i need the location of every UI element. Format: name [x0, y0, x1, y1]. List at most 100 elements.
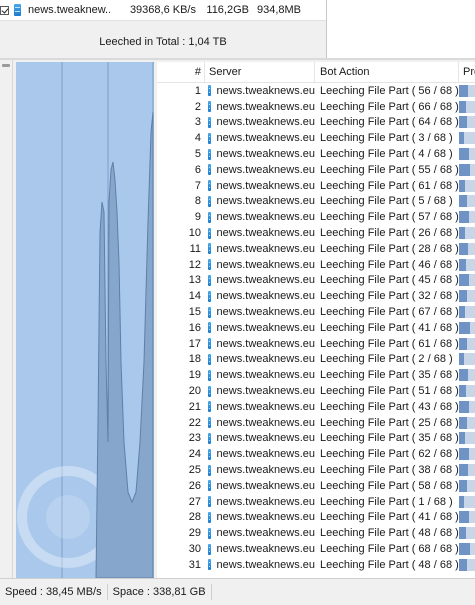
row-server-name: news.tweaknews.eu: [216, 132, 315, 145]
checkbox-checked-icon[interactable]: [0, 5, 9, 15]
table-row[interactable]: 11 news.tweaknews.eu Leeching File Part ( …: [157, 241, 475, 257]
table-row[interactable]: 15 news.tweaknews.eu Leeching File Part ( …: [157, 304, 475, 320]
progress-fill: [459, 84, 468, 97]
table-row[interactable]: 16 news.tweaknews.eu Leeching File Part ( …: [157, 320, 475, 336]
progress-bar: [459, 148, 475, 161]
right-panel-blank: [327, 0, 475, 58]
row-server-name: news.tweaknews.eu: [216, 195, 315, 208]
progress-fill: [459, 100, 467, 113]
row-server-name: news.tweaknews.eu: [216, 227, 315, 240]
progress-fill: [459, 400, 469, 413]
table-row[interactable]: 1 news.tweaknews.eu Leeching File Part ( 5…: [157, 83, 475, 99]
splitter[interactable]: [0, 58, 475, 60]
row-progress: [459, 257, 475, 273]
row-progress: [459, 462, 475, 478]
table-row[interactable]: 5 news.tweaknews.eu Leeching File Part ( 4…: [157, 146, 475, 162]
progress-fill: [459, 116, 467, 129]
row-number: 2: [194, 100, 201, 113]
progress-bar: [459, 321, 475, 334]
row-number: 3: [194, 116, 201, 129]
table-row[interactable]: 8 news.tweaknews.eu Leeching File Part ( 5…: [157, 194, 475, 210]
table-row[interactable]: 6 news.tweaknews.eu Leeching File Part ( 5…: [157, 162, 475, 178]
row-server: news.tweaknews.eu: [205, 369, 315, 381]
progress-bar: [459, 274, 475, 287]
progress-fill: [459, 369, 468, 382]
table-row[interactable]: 17 news.tweaknews.eu Leeching File Part ( …: [157, 336, 475, 352]
table-row[interactable]: 30 news.tweaknews.eu Leeching File Part ( …: [157, 541, 475, 557]
progress-fill: [459, 448, 470, 461]
status-bar: Speed : 38,45 MB/s Space : 338,81 GB: [0, 578, 475, 605]
progress-bar: [459, 353, 475, 366]
table-row[interactable]: 24 news.tweaknews.eu Leeching File Part ( …: [157, 446, 475, 462]
row-number: 6: [194, 163, 201, 176]
row-action: Leeching File Part ( 58 / 68 ): [320, 479, 459, 492]
table-row[interactable]: 14 news.tweaknews.eu Leeching File Part ( …: [157, 288, 475, 304]
row-progress: [459, 225, 475, 241]
row-action: Leeching File Part ( 26 / 68 ): [320, 227, 459, 240]
server-file-icon: [208, 464, 211, 476]
row-action: Leeching File Part ( 28 / 68 ): [320, 242, 459, 255]
table-row[interactable]: 10 news.tweaknews.eu Leeching File Part ( …: [157, 225, 475, 241]
column-header-server[interactable]: Server: [205, 62, 315, 82]
row-number: 23: [188, 432, 201, 445]
row-server: news.tweaknews.eu: [205, 116, 315, 128]
row-progress: [459, 383, 475, 399]
table-row[interactable]: 25 news.tweaknews.eu Leeching File Part ( …: [157, 462, 475, 478]
column-header-num[interactable]: #: [157, 62, 205, 82]
column-header-action[interactable]: Bot Action: [315, 62, 459, 82]
table-row[interactable]: 3 news.tweaknews.eu Leeching File Part ( 6…: [157, 115, 475, 131]
table-row[interactable]: 28 news.tweaknews.eu Leeching File Part ( …: [157, 510, 475, 526]
row-action: Leeching File Part ( 56 / 68 ): [320, 84, 459, 97]
row-progress: [459, 494, 475, 510]
table-row[interactable]: 2 news.tweaknews.eu Leeching File Part ( 6…: [157, 99, 475, 115]
server-row[interactable]: news.tweaknew... 39368,6 KB/s 116,2GB 93…: [0, 0, 326, 21]
table-row[interactable]: 27 news.tweaknews.eu Leeching File Part ( …: [157, 494, 475, 510]
table-row[interactable]: 26 news.tweaknews.eu Leeching File Part ( …: [157, 478, 475, 494]
row-progress: [459, 510, 475, 526]
server-file-icon: [208, 243, 211, 255]
row-number: 26: [188, 479, 201, 492]
column-header-progress[interactable]: Pro: [459, 62, 475, 82]
progress-bar: [459, 337, 475, 350]
server-file-icon: [208, 322, 211, 334]
speed-graph: [16, 62, 154, 578]
progress-bar: [459, 258, 475, 271]
status-speed: Speed : 38,45 MB/s: [0, 584, 108, 600]
table-row[interactable]: 4 news.tweaknews.eu Leeching File Part ( 3…: [157, 130, 475, 146]
row-number: 15: [188, 306, 201, 319]
row-progress: [459, 367, 475, 383]
table-row[interactable]: 21 news.tweaknews.eu Leeching File Part ( …: [157, 399, 475, 415]
row-number: 28: [188, 511, 201, 524]
row-number: 17: [188, 337, 201, 350]
status-space: Space : 338,81 GB: [108, 584, 212, 600]
progress-bar: [459, 227, 475, 240]
row-action: Leeching File Part ( 67 / 68 ): [320, 306, 459, 319]
progress-bar: [459, 195, 475, 208]
table-row[interactable]: 20 news.tweaknews.eu Leeching File Part ( …: [157, 383, 475, 399]
progress-fill: [459, 242, 468, 255]
table-row[interactable]: 12 news.tweaknews.eu Leeching File Part ( …: [157, 257, 475, 273]
row-number: 4: [194, 132, 201, 145]
grip-handle[interactable]: [2, 64, 10, 67]
table-row[interactable]: 22 news.tweaknews.eu Leeching File Part ( …: [157, 415, 475, 431]
row-server: news.tweaknews.eu: [205, 511, 315, 523]
table-row[interactable]: 23 news.tweaknews.eu Leeching File Part ( …: [157, 431, 475, 447]
table-row[interactable]: 18 news.tweaknews.eu Leeching File Part ( …: [157, 352, 475, 368]
table-row[interactable]: 31 news.tweaknews.eu Leeching File Part ( …: [157, 557, 475, 573]
table-row[interactable]: 19 news.tweaknews.eu Leeching File Part ( …: [157, 367, 475, 383]
row-number: 31: [188, 558, 201, 571]
row-server: news.tweaknews.eu: [205, 227, 315, 239]
table-row[interactable]: 9 news.tweaknews.eu Leeching File Part ( 5…: [157, 209, 475, 225]
server-file-icon: [208, 353, 211, 365]
table-row[interactable]: 13 news.tweaknews.eu Leeching File Part ( …: [157, 273, 475, 289]
row-server: news.tweaknews.eu: [205, 306, 315, 318]
row-action: Leeching File Part ( 3 / 68 ): [320, 132, 453, 145]
table-row[interactable]: 29 news.tweaknews.eu Leeching File Part ( …: [157, 525, 475, 541]
progress-bar: [459, 100, 475, 113]
progress-fill: [459, 543, 471, 555]
vertical-splitter[interactable]: [0, 60, 13, 578]
table-row[interactable]: 7 news.tweaknews.eu Leeching File Part ( 6…: [157, 178, 475, 194]
row-server: news.tweaknews.eu: [205, 401, 315, 413]
table-header: # Server Bot Action Pro: [157, 62, 475, 83]
row-server-name: news.tweaknews.eu: [216, 543, 315, 555]
